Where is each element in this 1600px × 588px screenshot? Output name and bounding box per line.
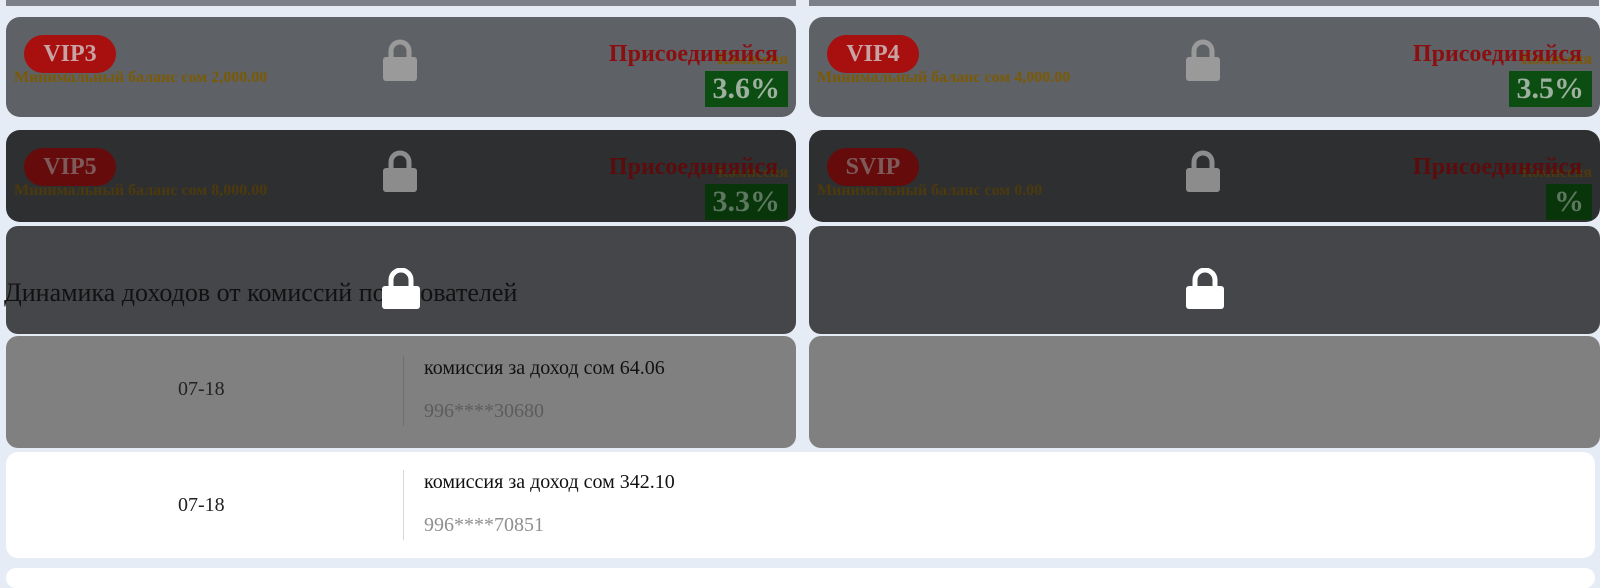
previous-card-edge xyxy=(6,0,796,6)
join-button[interactable]: Присоединяйся xyxy=(1413,41,1582,68)
min-balance: Минимальный баланс сом 2,000.00 xyxy=(14,69,268,86)
tier-card-vip4[interactable]: VIP4 Минимальный баланс сом 4,000.00 Ком… xyxy=(809,17,1600,117)
record-date: 07-18 xyxy=(178,494,225,516)
lock-icon xyxy=(1186,39,1220,81)
min-balance: Минимальный баланс сом 4,000.00 xyxy=(817,69,1071,86)
min-balance: Минимальный баланс сом 8,000.00 xyxy=(14,182,268,199)
join-button[interactable]: Присоединяйся xyxy=(609,41,778,68)
commission-rate: % xyxy=(1546,184,1592,220)
previous-card-edge xyxy=(809,0,1599,6)
divider xyxy=(403,470,404,540)
tier-card-svip[interactable]: SVIP Минимальный баланс сом 0.00 Комисси… xyxy=(809,130,1600,222)
tier-badge: VIP4 xyxy=(827,35,919,73)
lock-icon xyxy=(1186,150,1220,192)
record-commission: комиссия за доход сом 342.10 xyxy=(424,471,675,493)
record-commission: комиссия за доход сом 64.06 xyxy=(424,357,665,379)
column-gap xyxy=(796,0,809,330)
tier-card-vip3[interactable]: VIP3 Минимальный баланс сом 2,000.00 Ком… xyxy=(6,17,796,117)
locked-overlay xyxy=(809,336,1600,448)
record-phone: 996****70851 xyxy=(424,514,544,536)
list-item[interactable] xyxy=(6,568,1595,588)
lock-icon xyxy=(383,39,417,81)
lock-icon xyxy=(383,150,417,192)
divider xyxy=(403,356,404,426)
record-phone: 996****30680 xyxy=(424,400,544,422)
commission-rate: 3.3% xyxy=(704,184,788,220)
tier-card-vip5[interactable]: VIP5 Минимальный баланс сом 8,000.00 Ком… xyxy=(6,130,796,222)
record-date: 07-18 xyxy=(178,378,225,400)
join-button[interactable]: Присоединяйся xyxy=(1413,154,1582,181)
list-item[interactable]: 07-18 комиссия за доход сом 342.10 996**… xyxy=(6,452,1595,558)
tier-badge: SVIP xyxy=(827,148,919,186)
min-balance: Минимальный баланс сом 0.00 xyxy=(817,182,1043,199)
lock-icon xyxy=(1186,268,1224,309)
join-button[interactable]: Присоединяйся xyxy=(609,154,778,181)
locked-overlay xyxy=(6,336,796,448)
tier-badge: VIP3 xyxy=(24,35,116,73)
commission-rate: 3.6% xyxy=(704,71,788,107)
tier-badge: VIP5 xyxy=(24,148,116,186)
section-title: Динамика доходов от комиссий пользовател… xyxy=(4,278,518,307)
commission-rate: 3.5% xyxy=(1508,71,1592,107)
lock-icon xyxy=(382,268,420,309)
